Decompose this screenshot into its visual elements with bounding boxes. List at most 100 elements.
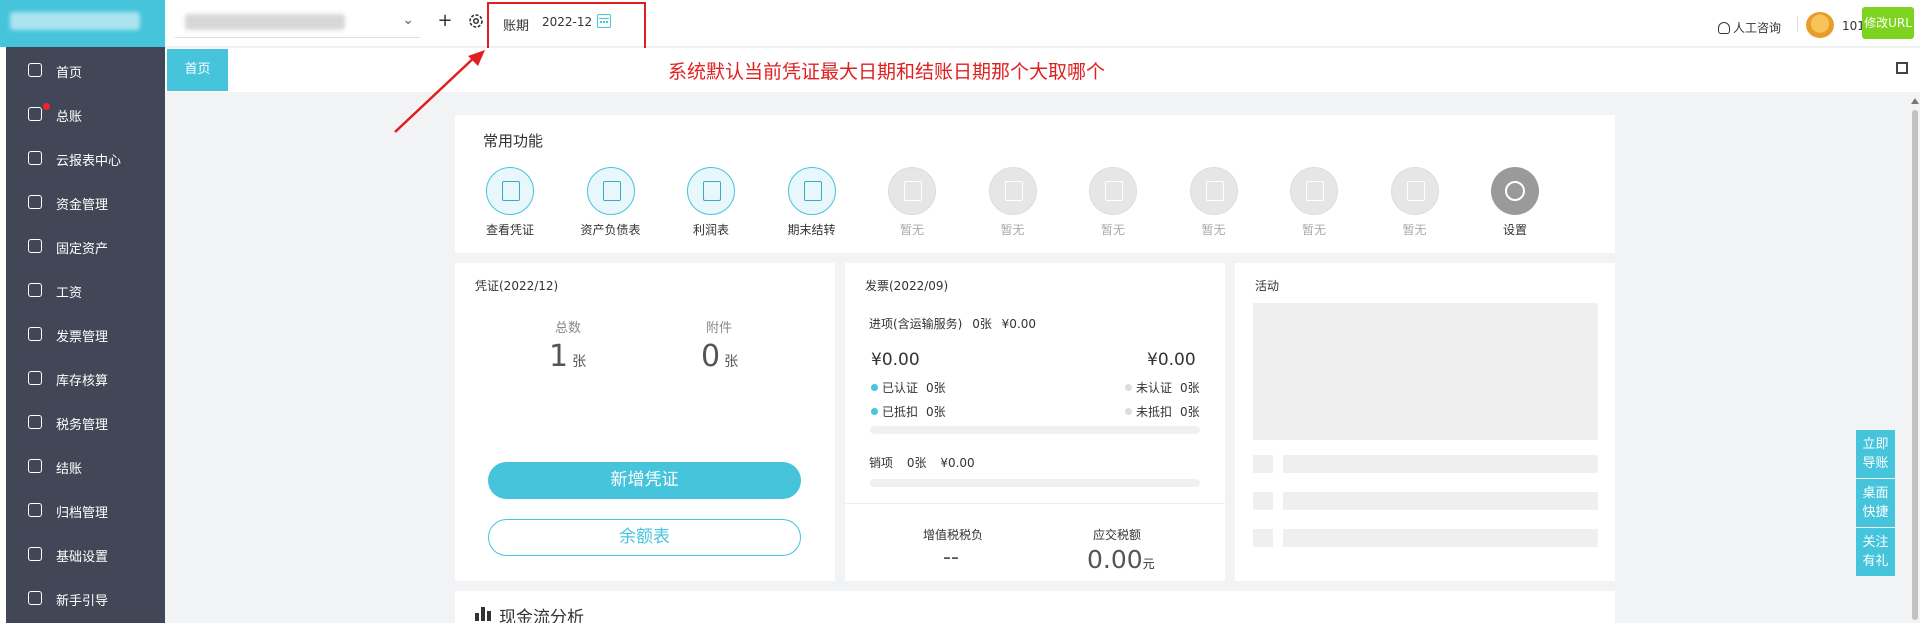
uncertified-label: 未认证 <box>1136 381 1173 395</box>
sidebar-item[interactable]: 资金管理 <box>6 181 165 225</box>
chevron-down-icon: ⌄ <box>402 12 414 28</box>
bar-chart-icon <box>475 607 491 621</box>
voucher-attach-label: 附件 <box>706 321 733 336</box>
empty-icon <box>1189 167 1238 215</box>
icon-glyph <box>1406 181 1425 201</box>
calendar-icon[interactable] <box>597 14 611 28</box>
function-label: 暂无 <box>1201 223 1226 237</box>
undeducted-label: 未抵扣 <box>1136 405 1173 419</box>
scroll-up-arrow[interactable] <box>1911 98 1919 104</box>
cashflow-title: 现金流分析 <box>499 608 584 623</box>
sidebar-item[interactable]: 工资 <box>6 269 165 313</box>
sidebar-item[interactable]: 结账 <box>6 445 165 489</box>
sidebar-item-label: 工资 <box>56 286 83 301</box>
skeleton-dot <box>1253 529 1273 547</box>
sidebar-item[interactable]: 云报表中心 <box>6 137 165 181</box>
sidebar-item-label: 固定资产 <box>56 242 109 257</box>
gear-icon[interactable] <box>466 11 486 31</box>
common-functions-card: 常用功能 查看凭证 资产负债表 利润表 期末结转 暂无 暂无 暂无 暂无 暂无 暂无 设置 <box>455 115 1615 253</box>
invoice-output-amount: ¥0.00 <box>940 456 975 470</box>
skeleton-line <box>1283 529 1598 547</box>
sidebar-item[interactable]: 固定资产 <box>6 225 165 269</box>
voucher-total: 1 张 <box>549 339 586 374</box>
activity-skeleton-banner <box>1253 303 1598 440</box>
logo-text-blurred <box>10 12 140 30</box>
sidebar-item-label: 基础设置 <box>56 550 109 565</box>
top-bar <box>165 0 1920 47</box>
balance-sheet-button[interactable]: 余额表 <box>488 519 801 556</box>
invoice-input-label: 进项(含运输服务) <box>869 317 963 331</box>
sidebar-item[interactable]: 归档管理 <box>6 489 165 533</box>
invoice-input-count: 0张 <box>972 317 992 331</box>
sidebar-item-label: 资金管理 <box>56 198 109 213</box>
invoice-divider <box>845 503 1225 504</box>
modify-url-button[interactable]: 修改URL <box>1862 7 1914 39</box>
tax-payable-label: 应交税额 <box>1093 528 1142 542</box>
sidebar-item[interactable]: 新手引导 <box>6 577 165 621</box>
function-label: 暂无 <box>1301 223 1326 237</box>
sidebar-item[interactable]: 税务管理 <box>6 401 165 445</box>
tab-home[interactable]: 首页 <box>167 49 228 91</box>
voucher-total-value: 1 <box>549 339 569 374</box>
function-label: 利润表 <box>692 223 729 237</box>
annotation-text: 系统默认当前凭证最大日期和结账日期那个大取哪个 <box>668 61 1106 83</box>
scrollbar[interactable] <box>1910 92 1920 623</box>
app-logo[interactable] <box>0 0 165 47</box>
invoice-output: 销项 0张 ¥0.00 <box>869 454 975 471</box>
empty-icon <box>1390 167 1439 215</box>
avatar[interactable] <box>1806 12 1834 38</box>
invoice-left-amount: ¥0.00 <box>871 350 920 370</box>
sidebar-item[interactable]: 库存核算 <box>6 357 165 401</box>
deducted-label: 已抵扣 <box>882 405 919 419</box>
consult-link[interactable]: 人工咨询 <box>1718 19 1781 36</box>
sidebar-item[interactable]: 首页 <box>6 49 165 93</box>
add-icon[interactable]: + <box>435 10 455 31</box>
function-label: 暂无 <box>1402 223 1427 237</box>
function-item[interactable]: 查看凭证 <box>474 167 546 238</box>
sidebar-item[interactable]: 发票管理 <box>6 313 165 357</box>
skeleton-line <box>1283 455 1598 473</box>
invoice-icon <box>28 327 42 341</box>
import-ledger-button[interactable]: 立即 导账 <box>1856 430 1895 478</box>
close-account-icon <box>28 459 42 473</box>
voucher-search-icon <box>486 167 534 215</box>
follow-gift-button[interactable]: 关注 有礼 <box>1856 528 1895 576</box>
function-item[interactable]: 设置 <box>1479 167 1551 238</box>
ledger-icon <box>28 107 42 121</box>
deducted-dot <box>871 408 878 415</box>
carryover-icon <box>787 167 836 215</box>
money-icon <box>28 195 42 209</box>
salary-icon <box>28 283 42 297</box>
undeducted-value: 0张 <box>1180 405 1200 419</box>
scrollbar-thumb[interactable] <box>1912 110 1918 620</box>
sidebar-item-label: 总账 <box>56 110 83 125</box>
function-item[interactable]: 期末结转 <box>776 167 848 238</box>
balance-sheet-icon <box>586 167 635 215</box>
vat-burden-value: -- <box>943 545 959 570</box>
uncertified-dot <box>1125 384 1132 391</box>
icon-glyph <box>1004 181 1023 201</box>
function-label: 设置 <box>1502 223 1527 237</box>
headset-icon <box>1718 22 1730 34</box>
empty-icon <box>1290 167 1338 215</box>
desktop-shortcut-button[interactable]: 桌面 快捷 <box>1856 479 1895 527</box>
icon-glyph <box>502 181 520 201</box>
icon-glyph <box>703 181 721 201</box>
deducted-value: 0张 <box>926 405 946 419</box>
sidebar-item[interactable]: 总账 <box>6 93 165 137</box>
uncertified-value: 0张 <box>1180 381 1200 395</box>
sidebar: 首页总账云报表中心资金管理固定资产工资发票管理 库存核算 税务管理结账归档管理基础设… <box>6 47 165 623</box>
empty-icon <box>988 167 1037 215</box>
function-item[interactable]: 资产负债表 <box>575 167 647 238</box>
fullscreen-icon[interactable] <box>1896 62 1908 74</box>
home-icon <box>28 63 42 77</box>
company-select[interactable]: ⌄ <box>175 8 420 38</box>
period-value[interactable]: 2022-12 <box>542 15 592 29</box>
sidebar-item[interactable]: 基础设置 <box>6 533 165 577</box>
new-voucher-button[interactable]: 新增凭证 <box>488 462 801 499</box>
chart-icon <box>28 151 42 165</box>
function-item[interactable]: 利润表 <box>675 167 747 238</box>
sidebar-item-label: 结账 <box>56 462 83 477</box>
cashflow-card: 现金流分析 <box>455 591 1615 623</box>
icon-glyph <box>803 181 822 201</box>
